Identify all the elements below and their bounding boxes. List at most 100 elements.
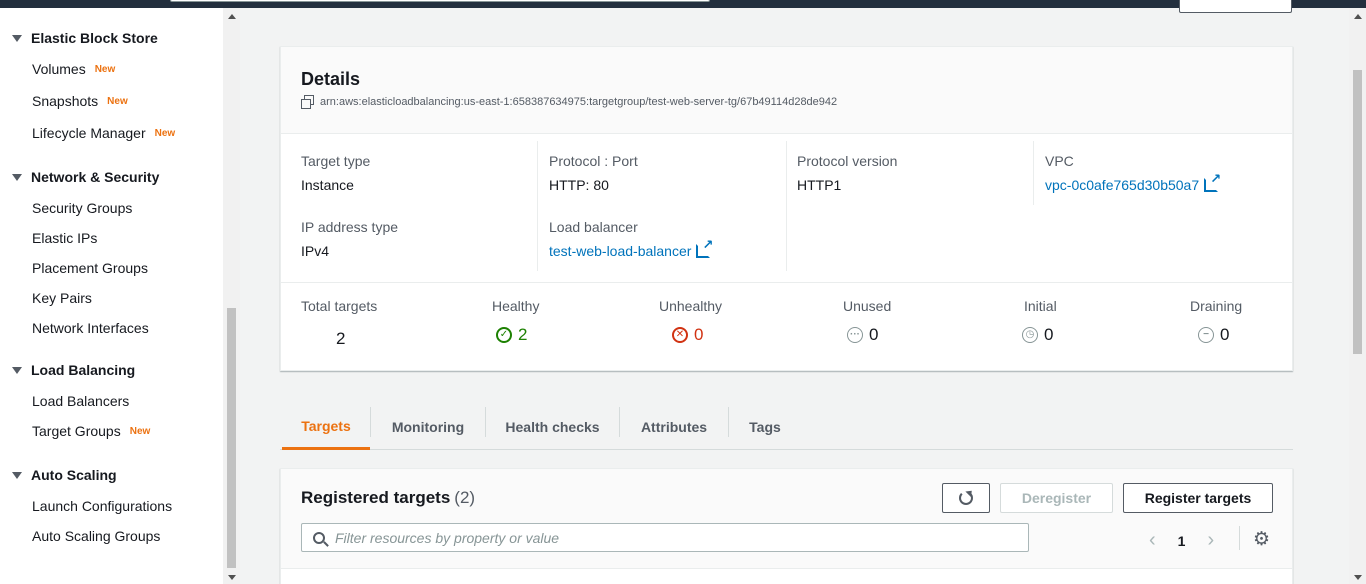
sidebar-section-auto-scaling[interactable]: Auto Scaling [12,467,117,483]
sidebar-section-load-balancing[interactable]: Load Balancing [12,362,135,378]
initial-label: Initial [1024,298,1057,314]
gear-icon[interactable]: ⚙ [1253,528,1270,551]
sidebar-section-ebs[interactable]: Elastic Block Store [12,30,158,46]
scrollbar-thumb[interactable] [227,308,236,568]
copy-icon[interactable] [301,95,314,109]
sidebar-item-label: Placement Groups [32,260,148,276]
deregister-label: Deregister [1021,490,1092,506]
tab-label: Attributes [640,419,708,435]
current-page[interactable]: 1 [1178,533,1186,549]
unused-count: 0 [869,325,879,344]
sidebar-item-load-balancers[interactable]: Load Balancers [32,393,129,409]
load-balancer-link[interactable]: test-web-load-balancer [549,237,713,259]
vpc-label: VPC [1045,153,1074,169]
details-header: Details arn:aws:elasticloadbalancing:us-… [281,47,1292,134]
scrollbar-thumb[interactable] [1353,70,1362,354]
unhealthy-value: ✕ 0 [672,325,703,345]
sidebar-item-security-groups[interactable]: Security Groups [32,200,132,216]
sidebar: Elastic Block Store Volumes New Snapshot… [0,8,240,584]
sidebar-item-elastic-ips[interactable]: Elastic IPs [32,230,97,246]
scroll-up-arrow-icon[interactable] [1354,14,1362,19]
scroll-down-arrow-icon[interactable] [228,575,236,580]
healthy-label: Healthy [492,298,540,314]
sidebar-item-label: Auto Scaling Groups [32,528,161,544]
new-badge: New [107,95,128,107]
sidebar-section-network-security[interactable]: Network & Security [12,169,159,185]
scroll-up-arrow-icon[interactable] [228,14,236,19]
register-targets-button[interactable]: Register targets [1123,483,1273,513]
arn-text: arn:aws:elasticloadbalancing:us-east-1:6… [320,95,838,108]
top-navigation-bar [0,0,1366,8]
unhealthy-count: 0 [694,325,704,344]
sidebar-item-label: Key Pairs [32,290,92,306]
target-type-label: Target type [301,153,371,169]
filter-placeholder: Filter resources by property or value [335,529,560,546]
sidebar-section-label: Load Balancing [31,362,136,378]
sidebar-item-snapshots[interactable]: Snapshots New [32,93,128,109]
sidebar-item-lifecycle-manager[interactable]: Lifecycle Manager New [32,125,175,141]
protocol-port-value: HTTP: 80 [549,177,609,193]
sidebar-item-label: Load Balancers [32,393,130,409]
arn-row: arn:aws:elasticloadbalancing:us-east-1:6… [301,95,838,109]
section-divider [281,282,1292,283]
sidebar-item-label: Launch Configurations [32,498,173,514]
new-badge: New [129,425,151,437]
ip-address-type-value: IPv4 [301,243,330,259]
new-badge: New [154,127,176,139]
sidebar-section-label: Network & Security [31,169,160,185]
column-divider [1033,141,1034,205]
scroll-down-arrow-icon[interactable] [1354,575,1362,580]
check-circle-icon: ✓ [496,327,512,343]
sidebar-scrollbar[interactable] [223,8,240,584]
deregister-button[interactable]: Deregister [1000,483,1113,513]
chevron-left-icon[interactable]: ‹ [1149,529,1156,552]
sidebar-item-label: Network Interfaces [32,320,149,336]
tab-targets[interactable]: Targets [282,404,370,450]
sidebar-item-target-groups[interactable]: Target Groups New [32,423,150,439]
load-balancer-link-text[interactable]: test-web-load-balancer [549,243,691,259]
external-link-icon [1204,171,1221,192]
sidebar-item-placement-groups[interactable]: Placement Groups [32,260,148,276]
vpc-link-text[interactable]: vpc-0c0afe765d30b50a7 [1045,177,1199,193]
sidebar-item-auto-scaling-groups[interactable]: Auto Scaling Groups [32,528,160,544]
registered-targets-title-text: Registered targets [301,488,451,507]
main-scrollbar[interactable] [1349,8,1366,584]
draining-count: 0 [1220,325,1230,344]
tab-monitoring[interactable]: Monitoring [371,404,485,450]
x-circle-icon: ✕ [672,327,688,343]
filter-input[interactable]: Filter resources by property or value [301,523,1029,552]
header-action-button[interactable] [1179,0,1292,13]
tab-health-checks[interactable]: Health checks [486,404,619,450]
tab-bar: Targets Monitoring Health checks Attribu… [280,404,1293,450]
unused-value: ··· 0 [847,325,878,345]
chevron-right-icon[interactable]: › [1207,529,1214,552]
refresh-button[interactable] [942,483,990,513]
column-divider [537,141,538,271]
global-search-input[interactable] [170,0,710,2]
sidebar-section-label: Auto Scaling [31,467,117,483]
caret-down-icon [12,471,22,479]
draining-value: − 0 [1198,325,1229,345]
tab-label: Targets [301,417,351,434]
healthy-value: ✓ 2 [496,325,527,345]
sidebar-section-label: Elastic Block Store [31,30,158,46]
tab-attributes[interactable]: Attributes [620,404,728,450]
sidebar-item-launch-configurations[interactable]: Launch Configurations [32,498,172,514]
vpc-link[interactable]: vpc-0c0afe765d30b50a7 [1045,171,1221,193]
sidebar-item-network-interfaces[interactable]: Network Interfaces [32,320,149,336]
sidebar-item-label: Volumes [32,61,86,77]
protocol-version-label: Protocol version [797,153,898,169]
details-title: Details [301,69,361,89]
ip-address-type-label: IP address type [301,219,399,235]
sidebar-item-label: Elastic IPs [32,230,98,246]
details-panel: Details arn:aws:elasticloadbalancing:us-… [280,46,1293,371]
tab-tags[interactable]: Tags [729,404,801,450]
sidebar-item-key-pairs[interactable]: Key Pairs [32,290,92,306]
external-link-icon [696,237,713,258]
sidebar-item-label: Snapshots [32,93,99,109]
tab-label: Monitoring [391,419,465,435]
sidebar-item-volumes[interactable]: Volumes New [32,61,115,77]
unhealthy-label: Unhealthy [659,298,723,314]
load-balancer-label: Load balancer [549,219,638,235]
register-targets-label: Register targets [1144,490,1252,506]
